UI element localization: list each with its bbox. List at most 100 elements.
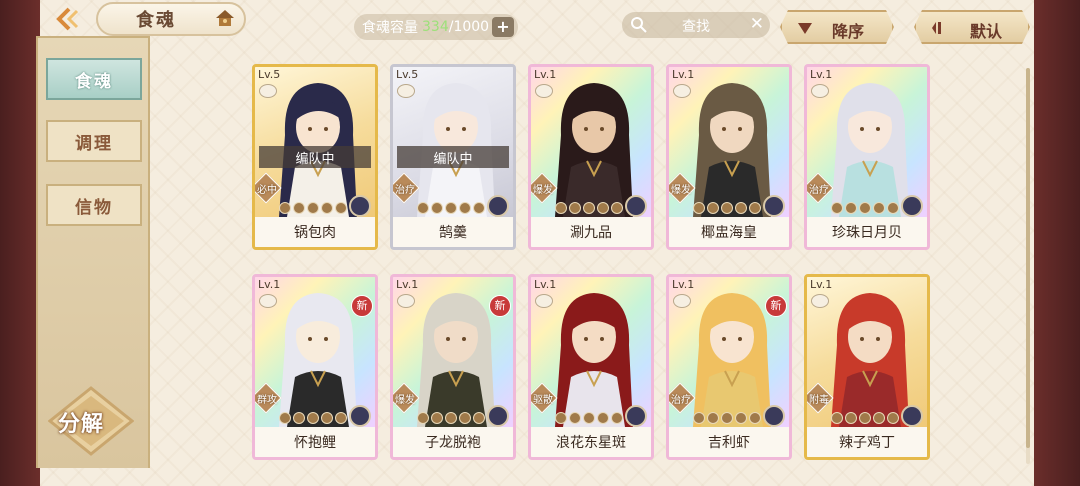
food-soul-card[interactable]: Lv.1 新 群攻 怀抱鲤: [252, 274, 378, 460]
new-badge: 新: [489, 295, 511, 317]
element-crest-icon: [625, 195, 647, 217]
capacity-current: 334: [422, 19, 449, 35]
back-button[interactable]: [52, 6, 82, 32]
search-placeholder: 查找: [682, 19, 710, 35]
star-icon: [735, 202, 747, 214]
star-icon: [473, 202, 485, 214]
star-icon: [279, 202, 291, 214]
star-icon: [597, 412, 609, 424]
add-capacity-button[interactable]: +: [492, 17, 514, 37]
element-crest-icon: [901, 405, 923, 427]
new-badge: 新: [765, 295, 787, 317]
dish-icon: [673, 84, 691, 98]
left-frame: [0, 0, 40, 486]
food-soul-card[interactable]: Lv.1 驱散 浪花东星斑: [528, 274, 654, 460]
sort-down-icon: [796, 20, 814, 36]
star-icon: [321, 202, 333, 214]
dish-icon: [259, 84, 277, 98]
sort-default-label: 默认: [970, 22, 1003, 41]
page-title: 食魂: [136, 10, 176, 31]
card-name: 椰盅海皇: [669, 217, 789, 247]
food-soul-card[interactable]: Lv.1 爆发 涮九品: [528, 64, 654, 250]
card-name: 子龙脱袍: [393, 427, 513, 457]
food-soul-card[interactable]: Lv.1 新 爆发 子龙脱袍: [390, 274, 516, 460]
star-icon: [431, 412, 443, 424]
sort-default-button[interactable]: 默认: [914, 10, 1030, 44]
star-icon: [335, 202, 347, 214]
card-name: 怀抱鲤: [255, 427, 375, 457]
star-rating: [831, 202, 899, 214]
clear-search-icon[interactable]: ✕: [750, 14, 764, 34]
dish-icon: [397, 84, 415, 98]
card-level: Lv.1: [810, 68, 833, 81]
star-icon: [859, 412, 871, 424]
star-icon: [749, 412, 761, 424]
food-soul-card[interactable]: Lv.1 新 治疗 吉利虾: [666, 274, 792, 460]
food-soul-card[interactable]: Lv.1 治疗 珍珠日月贝: [804, 64, 930, 250]
role-label: 附毒: [809, 395, 829, 406]
dish-icon: [397, 294, 415, 308]
card-level: Lv.1: [396, 278, 419, 291]
star-icon: [335, 412, 347, 424]
dish-icon: [535, 294, 553, 308]
star-icon: [707, 412, 719, 424]
star-rating: [555, 412, 623, 424]
star-icon: [555, 412, 567, 424]
card-level: Lv.5: [258, 68, 281, 81]
element-crest-icon: [625, 405, 647, 427]
dish-icon: [535, 84, 553, 98]
card-level: Lv.1: [534, 68, 557, 81]
search-icon: [631, 17, 647, 33]
star-rating: [693, 412, 761, 424]
star-icon: [445, 412, 457, 424]
star-icon: [693, 202, 705, 214]
role-label: 爆发: [671, 185, 691, 196]
element-crest-icon: [349, 405, 371, 427]
tab-shihun[interactable]: 食魂: [46, 58, 142, 100]
card-name: 辣子鸡丁: [807, 427, 927, 457]
card-name: 吉利虾: [669, 427, 789, 457]
star-icon: [417, 412, 429, 424]
card-level: Lv.1: [258, 278, 281, 291]
scrollbar-thumb[interactable]: [1026, 68, 1030, 448]
tab-tiaoli[interactable]: 调理: [46, 120, 142, 162]
card-level: Lv.1: [672, 68, 695, 81]
star-icon: [583, 202, 595, 214]
star-rating: [555, 202, 623, 214]
card-level: Lv.1: [810, 278, 833, 291]
card-name: 鹄羹: [393, 217, 513, 247]
team-status: 编队中: [259, 146, 371, 168]
card-level: Lv.1: [534, 278, 557, 291]
house-emblem-icon: [216, 10, 234, 26]
star-rating: [417, 412, 485, 424]
role-label: 群攻: [257, 395, 277, 406]
food-soul-card[interactable]: Lv.5 编队中 必中 锅包肉: [252, 64, 378, 250]
capacity-display: 食魂容量 334 /1000 +: [354, 14, 518, 40]
star-icon: [459, 202, 471, 214]
star-icon: [569, 412, 581, 424]
tab-xinwu[interactable]: 信物: [46, 184, 142, 226]
food-soul-card[interactable]: Lv.5 编队中 治疗 鹄羹: [390, 64, 516, 250]
star-icon: [845, 412, 857, 424]
star-icon: [887, 412, 899, 424]
dish-icon: [811, 84, 829, 98]
search-field[interactable]: 查找 ✕: [622, 12, 770, 38]
sort-order-label: 降序: [832, 22, 865, 41]
star-rating: [831, 412, 899, 424]
sort-order-button[interactable]: 降序: [780, 10, 894, 44]
food-soul-card[interactable]: Lv.1 爆发 椰盅海皇: [666, 64, 792, 250]
food-soul-card[interactable]: Lv.1 附毒 辣子鸡丁: [804, 274, 930, 460]
star-rating: [279, 412, 347, 424]
star-icon: [721, 202, 733, 214]
star-icon: [611, 202, 623, 214]
star-icon: [859, 202, 871, 214]
star-icon: [887, 202, 899, 214]
role-label: 治疗: [809, 185, 829, 196]
star-icon: [721, 412, 733, 424]
element-crest-icon: [349, 195, 371, 217]
star-icon: [569, 202, 581, 214]
star-icon: [707, 202, 719, 214]
element-crest-icon: [487, 405, 509, 427]
role-label: 治疗: [671, 395, 691, 406]
star-icon: [279, 412, 291, 424]
